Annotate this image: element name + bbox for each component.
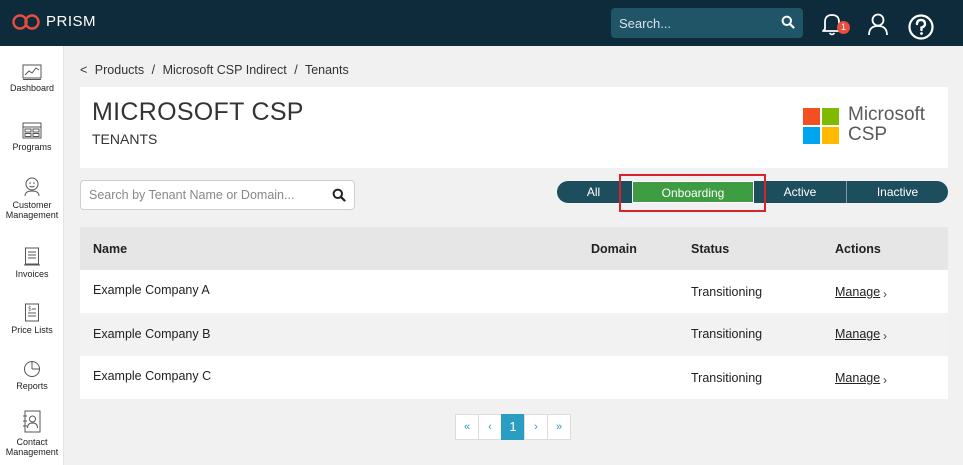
tenant-search [80, 180, 355, 210]
tenant-name: Example Company B [93, 327, 211, 341]
column-header-status[interactable]: Status [691, 242, 729, 256]
search-icon[interactable] [332, 188, 346, 207]
pagination-page-button[interactable]: 1 [501, 414, 525, 440]
top-nav-bar: PRISM 1 [0, 0, 963, 46]
tenant-name: Example Company A [93, 283, 210, 297]
tenant-status: Transitioning [691, 285, 763, 299]
sidebar-item-label: Price Lists [11, 325, 53, 335]
sidebar-item-label: Invoices [15, 269, 49, 279]
sidebar-item-contact-management[interactable]: Contact Management [0, 410, 64, 457]
manage-link[interactable]: Manage [835, 371, 880, 385]
microsoft-logo-icon [803, 108, 839, 144]
dashboard-icon [22, 64, 42, 80]
page-subtitle: TENANTS [92, 131, 158, 147]
prism-logo-icon [12, 13, 40, 30]
user-profile-icon[interactable] [867, 12, 889, 41]
sidebar-item-invoices[interactable]: Invoices [0, 247, 64, 279]
column-header-name[interactable]: Name [93, 242, 127, 256]
breadcrumb-separator: / [151, 63, 156, 77]
breadcrumb-item-products[interactable]: Products [95, 63, 144, 77]
customer-icon [24, 177, 40, 197]
manage-link[interactable]: Manage [835, 327, 880, 341]
tenants-table: Name Domain Status Actions Example Compa… [80, 227, 948, 399]
chevron-right-icon: › [883, 287, 887, 301]
sidebar-item-label: Reports [16, 381, 48, 391]
table-row: Example Company C Transitioning Manage › [80, 356, 948, 399]
breadcrumb-item-tenants: Tenants [304, 63, 349, 77]
help-icon[interactable] [908, 14, 934, 45]
sidebar-item-label: Programs [12, 142, 52, 152]
tenant-search-input[interactable] [81, 181, 321, 209]
page-header-card: MICROSOFT CSP TENANTS Microsoft CSP [80, 87, 948, 168]
column-header-actions: Actions [835, 242, 881, 256]
column-header-domain[interactable]: Domain [591, 242, 637, 256]
sidebar-item-reports[interactable]: Reports [0, 360, 64, 391]
breadcrumb-back-icon[interactable]: < [80, 63, 87, 77]
breadcrumb: < Products / Microsoft CSP Indirect / Te… [80, 63, 353, 77]
tenant-status: Transitioning [691, 371, 763, 385]
table-header: Name Domain Status Actions [80, 227, 948, 270]
sidebar-item-dashboard[interactable]: Dashboard [0, 64, 64, 93]
breadcrumb-item-microsoft-csp-indirect[interactable]: Microsoft CSP Indirect [163, 63, 287, 77]
global-search [611, 8, 803, 38]
global-search-input[interactable] [611, 8, 771, 38]
chevron-right-icon: › [883, 373, 887, 387]
table-row: Example Company A Transitioning Manage › [80, 270, 948, 313]
breadcrumb-separator: / [294, 63, 298, 77]
page-title: MICROSOFT CSP [92, 98, 304, 126]
notification-count-badge: 1 [837, 21, 850, 34]
pagination: « ‹ 1 › » [455, 414, 571, 440]
table-row: Example Company B Transitioning Manage › [80, 313, 948, 356]
sidebar-item-label: Dashboard [9, 83, 55, 93]
chevron-right-icon: › [883, 329, 887, 343]
logo-line-microsoft: Microsoft [848, 104, 926, 125]
sidebar-item-programs[interactable]: Programs [0, 122, 64, 152]
brand[interactable]: PRISM [12, 13, 96, 30]
sidebar-item-label: Contact Management [5, 437, 59, 457]
sidebar-item-customer-management[interactable]: Customer Management [0, 177, 64, 220]
pagination-next-button[interactable]: › [524, 414, 548, 440]
pagination-prev-button[interactable]: ‹ [478, 414, 502, 440]
invoice-icon [24, 247, 40, 266]
sidebar-item-price-lists[interactable]: $ Price Lists [0, 303, 64, 335]
filter-inactive[interactable]: Inactive [846, 181, 948, 203]
brand-name: PRISM [46, 13, 97, 30]
sidebar: Dashboard Programs Customer Management I… [0, 46, 64, 465]
price-list-icon: $ [25, 303, 39, 322]
pagination-first-button[interactable]: « [455, 414, 479, 440]
search-icon[interactable] [781, 15, 795, 34]
highlight-annotation [619, 174, 766, 212]
filter-active[interactable]: Active [756, 181, 844, 203]
manage-link[interactable]: Manage [835, 285, 880, 299]
svg-text:$: $ [28, 306, 32, 313]
sidebar-item-label: Customer Management [5, 200, 59, 220]
logo-line-csp: CSP [848, 124, 888, 145]
tenant-name: Example Company C [93, 369, 212, 383]
programs-icon [22, 122, 42, 139]
tenant-status: Transitioning [691, 327, 763, 341]
reports-icon [24, 361, 40, 377]
pagination-last-button[interactable]: » [547, 414, 571, 440]
microsoft-csp-logo-text: Microsoft CSP [848, 105, 925, 145]
contact-icon [23, 410, 41, 433]
